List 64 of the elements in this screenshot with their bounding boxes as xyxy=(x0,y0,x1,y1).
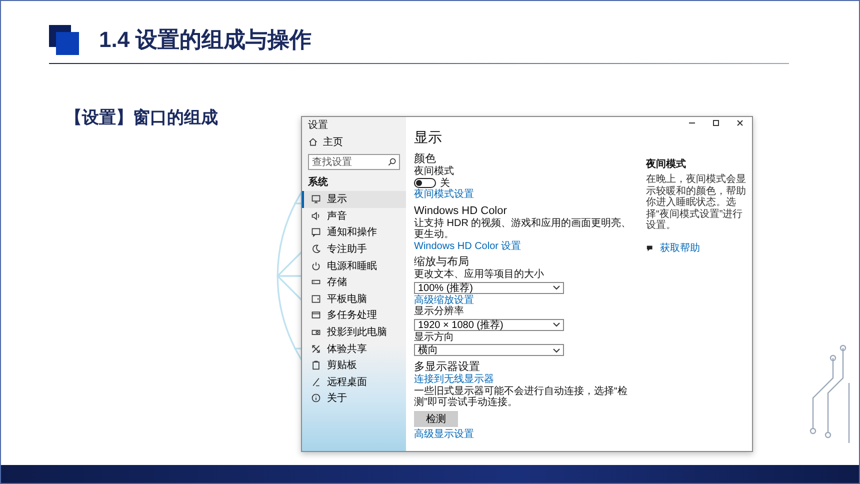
nav-item[interactable]: 通知和操作 xyxy=(302,224,406,241)
description-text: 让支持 HDR 的视频、游戏和应用的画面更明亮、更生动。 xyxy=(414,218,632,240)
section-heading: 颜色 xyxy=(414,153,436,166)
tablet-icon xyxy=(311,294,321,304)
aside-text: 在晚上，夜间模式会显示较暖和的颜色，帮助你进入睡眠状态。选择“夜间模式设置”进行设置。 xyxy=(646,174,746,232)
search-icon xyxy=(387,157,397,167)
field-label: 显示分辨率 xyxy=(414,306,464,318)
speaker-icon xyxy=(311,210,321,221)
field-label: 显示方向 xyxy=(414,332,454,343)
field-label: 夜间模式 xyxy=(414,166,454,178)
settings-link[interactable]: 连接到无线显示器 xyxy=(414,374,494,386)
share-icon xyxy=(311,344,321,354)
clipboard-icon xyxy=(311,360,321,370)
section-heading: 缩放与布局 xyxy=(414,256,469,268)
dropdown[interactable]: 1920 × 1080 (推荐) xyxy=(414,318,564,330)
dropdown[interactable]: 100% (推荐) xyxy=(414,282,564,294)
page-title: 显示 xyxy=(414,129,442,147)
field-label: 更改文本、应用等项目的大小 xyxy=(414,269,544,280)
home-item[interactable]: 主页 xyxy=(302,132,406,152)
chevron-icon xyxy=(553,322,560,327)
info-icon xyxy=(311,393,321,404)
settings-link[interactable]: 高级显示设置 xyxy=(414,428,474,440)
projector-icon xyxy=(311,327,321,338)
settings-link[interactable]: 夜间模式设置 xyxy=(414,189,474,200)
nav-item[interactable]: 存储 xyxy=(302,274,406,291)
window-icon xyxy=(311,310,321,320)
settings-link[interactable]: Windows HD Color 设置 xyxy=(414,240,522,252)
home-icon xyxy=(308,137,318,147)
chevron-icon xyxy=(553,285,560,290)
help-link[interactable]: 获取帮助 xyxy=(660,242,700,254)
nav-item[interactable]: 远程桌面 xyxy=(302,374,406,390)
monitor-icon xyxy=(311,194,321,204)
nav-item[interactable]: 体验共享 xyxy=(302,340,406,357)
section-heading: 系统 xyxy=(307,176,329,190)
toggle-label: 关 xyxy=(440,178,450,188)
detect-button[interactable]: 检测 xyxy=(414,410,458,426)
section-heading: 多显示器设置 xyxy=(414,361,480,374)
maximize-icon[interactable] xyxy=(712,119,720,127)
nav-item[interactable]: 电源和睡眠 xyxy=(302,257,406,274)
description-text: 一些旧式显示器可能不会进行自动连接，选择“检测”即可尝试手动连接。 xyxy=(414,386,628,408)
toggle-switch[interactable] xyxy=(414,178,436,188)
nav-item[interactable]: 声音 xyxy=(302,208,406,224)
nav-item[interactable]: 投影到此电脑 xyxy=(302,324,406,340)
nav-item[interactable]: 专注助手 xyxy=(302,240,406,258)
dropdown[interactable]: 横向 xyxy=(414,344,564,356)
slide-subtitle: 【设置】窗口的组成 xyxy=(65,107,219,129)
aside-title: 夜间模式 xyxy=(646,157,687,171)
window-title: 设置 xyxy=(307,119,329,132)
chevron-icon xyxy=(553,348,560,352)
help-icon xyxy=(646,244,655,253)
nav-item[interactable]: 关于 xyxy=(302,390,406,407)
settings-link[interactable]: 高级缩放设置 xyxy=(414,294,474,306)
message-icon xyxy=(311,227,321,238)
nav-item[interactable]: 显示 xyxy=(302,191,406,208)
section-heading: Windows HD Color xyxy=(414,204,507,218)
nav-item[interactable]: 多任务处理 xyxy=(302,307,406,324)
nav-item[interactable]: 平板电脑 xyxy=(302,290,406,308)
nav-item[interactable]: 剪贴板 xyxy=(302,356,406,374)
slide-title: 1.4 设置的组成与操作 xyxy=(99,26,312,54)
squares-logo xyxy=(49,25,79,55)
close-icon[interactable] xyxy=(736,119,744,127)
search-field[interactable]: 查找设置 xyxy=(308,154,400,170)
moon-icon xyxy=(311,244,321,254)
power-icon xyxy=(311,260,321,271)
